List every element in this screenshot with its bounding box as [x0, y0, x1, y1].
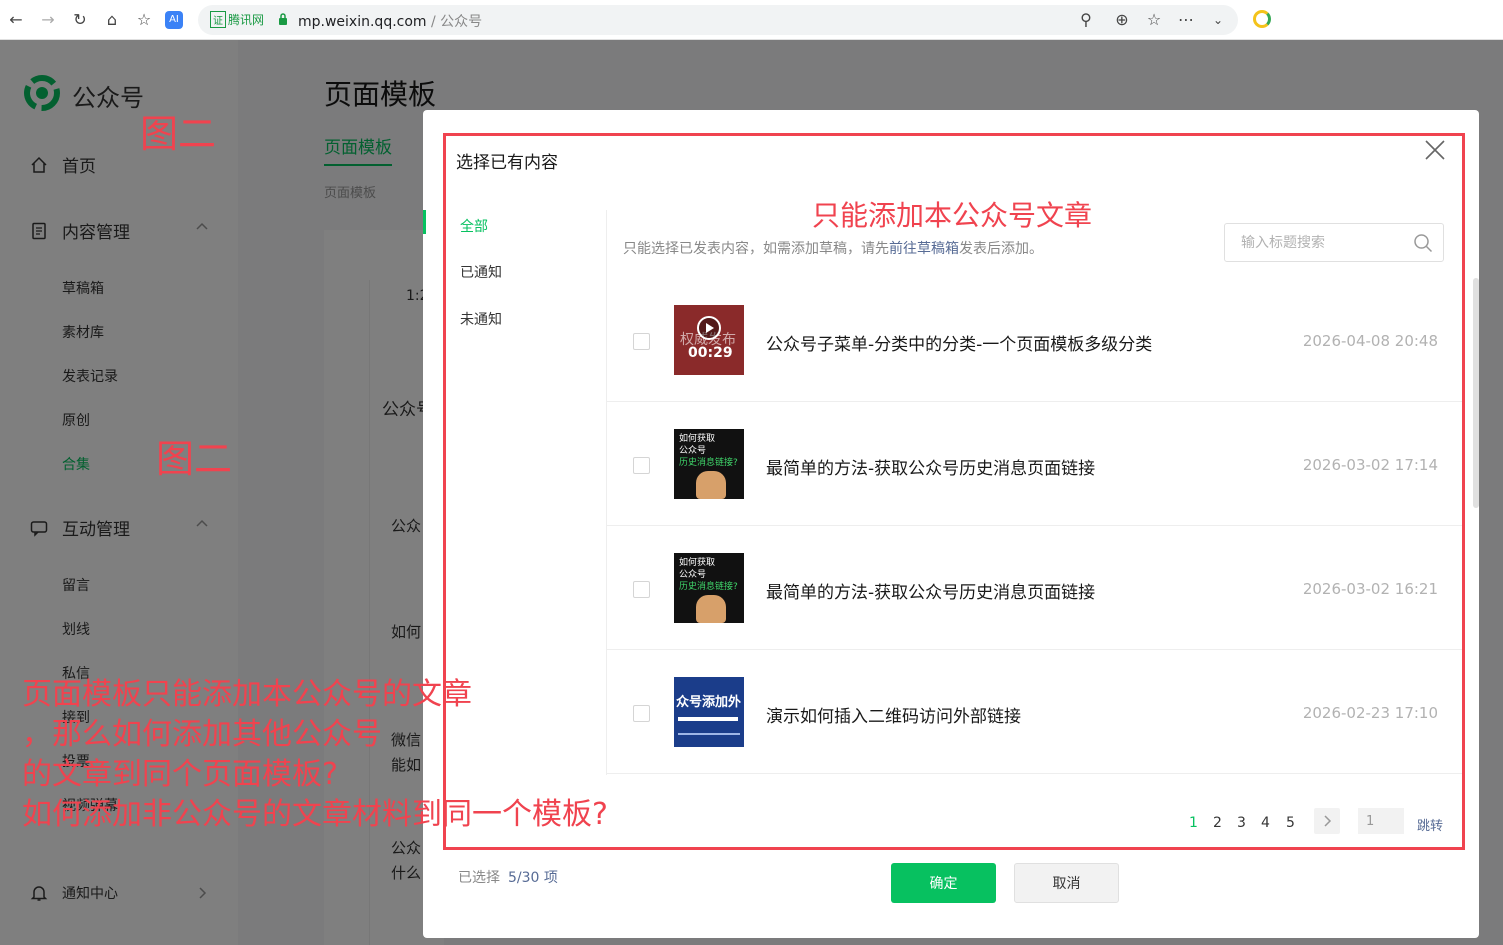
- page-jump-input[interactable]: [1358, 808, 1404, 834]
- cat-image: [696, 595, 726, 623]
- filter-all[interactable]: 全部: [460, 216, 488, 236]
- back-icon[interactable]: ←: [6, 10, 26, 30]
- page-3[interactable]: 3: [1237, 815, 1246, 831]
- confirm-button[interactable]: 确定: [891, 863, 996, 903]
- article-date: 2026-03-02 17:14: [1302, 456, 1438, 474]
- filter-not-notified[interactable]: 未通知: [460, 309, 502, 329]
- browser-toolbar: ← → ↻ ⌂ ☆ AI 证腾讯网 mp.weixin.qq.com / 公众号…: [0, 0, 1503, 40]
- next-page-button[interactable]: [1314, 808, 1340, 834]
- select-checkbox[interactable]: [633, 581, 650, 598]
- article-title: 最简单的方法-获取公众号历史消息页面链接: [766, 459, 1096, 479]
- select-content-dialog: 选择已有内容 全部 已通知 未通知 只能选择已发表内容，如需添加草稿，请先前往草…: [423, 110, 1479, 938]
- refresh-icon[interactable]: ↻: [70, 10, 90, 30]
- page-5[interactable]: 5: [1286, 815, 1295, 831]
- favorites-icon[interactable]: ☆: [134, 10, 154, 30]
- url-text[interactable]: mp.weixin.qq.com / 公众号: [298, 11, 482, 31]
- list-item[interactable]: 如何获取 公众号 历史消息链接? 最简单的方法-获取公众号历史消息页面链接 202…: [607, 526, 1463, 650]
- lock-icon: [279, 13, 287, 25]
- select-checkbox[interactable]: [633, 457, 650, 474]
- selected-count: 已选择 5/30 项: [458, 870, 558, 886]
- cancel-button[interactable]: 取消: [1014, 863, 1119, 903]
- play-icon: [697, 316, 721, 340]
- article-date: 2026-03-02 16:21: [1302, 580, 1438, 598]
- zoom-icon[interactable]: ⚲: [1076, 10, 1096, 30]
- list-item[interactable]: 如何获取 公众号 历史消息链接? 最简单的方法-获取公众号历史消息页面链接 202…: [607, 402, 1463, 526]
- list-item[interactable]: 权威发布 00:29 公众号子菜单-分类中的分类-一个页面模板多级分类 2026…: [607, 278, 1463, 402]
- ai-icon[interactable]: AI: [165, 11, 183, 29]
- page-4[interactable]: 4: [1261, 815, 1270, 831]
- address-bar[interactable]: 证腾讯网 mp.weixin.qq.com / 公众号 ⚲ ⊕ ☆ ⋯ ⌄: [198, 5, 1238, 35]
- home-icon[interactable]: ⌂: [102, 10, 122, 30]
- list-scrollbar[interactable]: [1473, 278, 1479, 508]
- more-icon[interactable]: ⋯: [1176, 10, 1196, 30]
- filter-notified[interactable]: 已通知: [460, 262, 502, 282]
- select-checkbox[interactable]: [633, 333, 650, 350]
- notice-text: 只能选择已发表内容，如需添加草稿，请先前往草稿箱发表后添加。: [623, 241, 1043, 257]
- active-filter-indicator: [423, 210, 426, 234]
- article-title: 演示如何插入二维码访问外部链接: [766, 707, 1021, 727]
- cat-image: [696, 471, 726, 499]
- chevron-down-icon[interactable]: ⌄: [1208, 10, 1228, 30]
- article-thumbnail: 如何获取 公众号 历史消息链接?: [674, 553, 744, 623]
- article-thumbnail: 如何获取 公众号 历史消息链接?: [674, 429, 744, 499]
- cert-badge[interactable]: 证腾讯网: [210, 11, 264, 28]
- chevron-right-icon: [1324, 815, 1332, 827]
- search-input[interactable]: [1241, 232, 1401, 254]
- page-1[interactable]: 1: [1189, 815, 1198, 831]
- dialog-title: 选择已有内容: [456, 153, 558, 173]
- article-thumbnail: 众号添加外: [674, 677, 744, 747]
- title-search[interactable]: [1224, 223, 1444, 262]
- search-icon[interactable]: [1413, 233, 1433, 253]
- list-item[interactable]: 众号添加外 演示如何插入二维码访问外部链接 2026-02-23 17:10: [607, 650, 1463, 774]
- page-2[interactable]: 2: [1213, 815, 1222, 831]
- article-title: 最简单的方法-获取公众号历史消息页面链接: [766, 583, 1096, 603]
- article-list: 权威发布 00:29 公众号子菜单-分类中的分类-一个页面模板多级分类 2026…: [607, 278, 1463, 775]
- extension-icon[interactable]: [1253, 10, 1271, 28]
- jump-button[interactable]: 跳转: [1417, 815, 1443, 834]
- bookmark-star-icon[interactable]: ☆: [1144, 10, 1164, 30]
- article-date: 2026-04-08 20:48: [1302, 332, 1438, 350]
- go-to-drafts-link[interactable]: 前往草稿箱: [889, 241, 959, 257]
- select-checkbox[interactable]: [633, 705, 650, 722]
- article-thumbnail: 权威发布 00:29: [674, 305, 744, 375]
- filter-sidebar: 全部 已通知 未通知: [423, 210, 607, 775]
- forward-icon[interactable]: →: [38, 10, 58, 30]
- close-icon[interactable]: [1423, 138, 1447, 162]
- download-icon[interactable]: ⊕: [1112, 10, 1132, 30]
- article-title: 公众号子菜单-分类中的分类-一个页面模板多级分类: [766, 335, 1153, 355]
- article-date: 2026-02-23 17:10: [1302, 704, 1438, 722]
